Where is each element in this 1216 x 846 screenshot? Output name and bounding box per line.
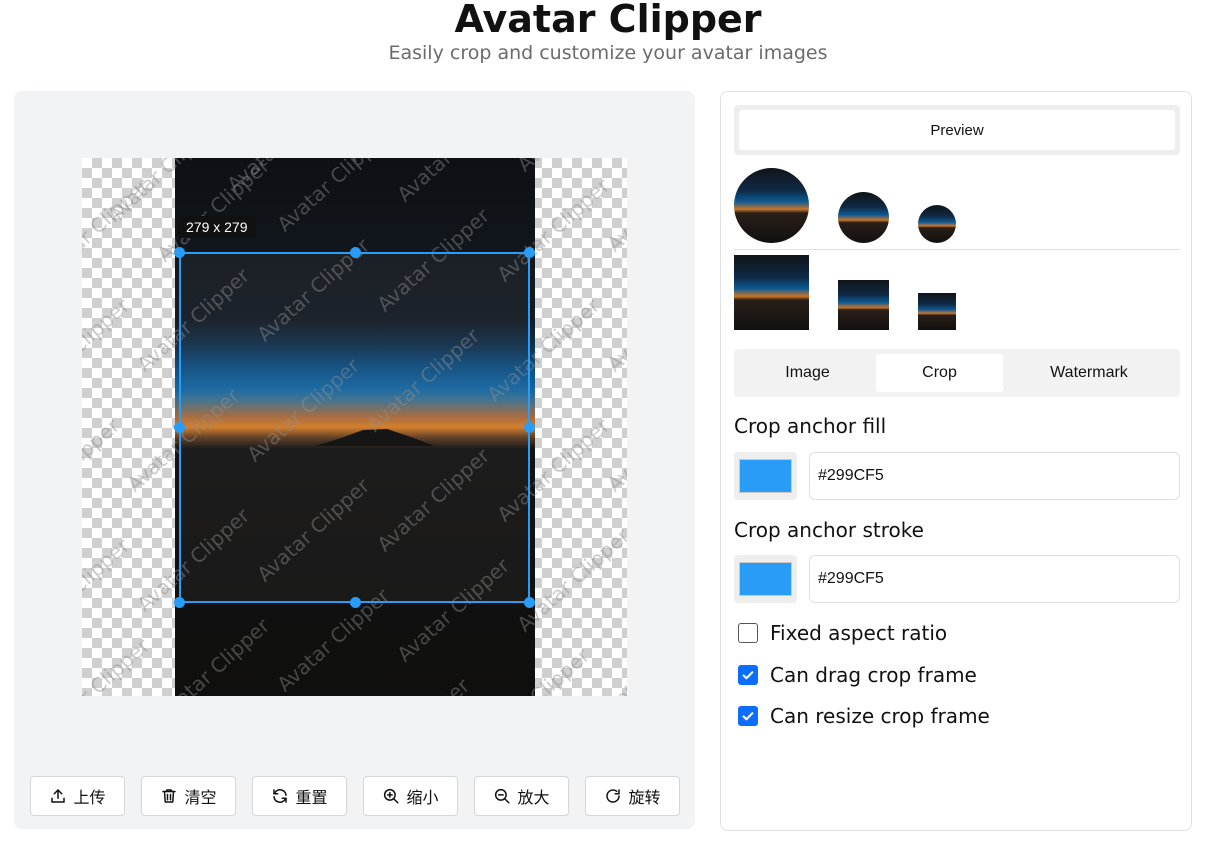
image-toolbar: 上传 清空 重置 缩小 放大 旋转 [30, 776, 680, 816]
preview-circle-medium [838, 192, 889, 243]
watermark-text: Avatar Clipper [82, 633, 155, 696]
crop-anchor-bottom-left[interactable] [174, 597, 185, 608]
rotate-label: 旋转 [628, 788, 661, 807]
option-fixed-aspect-ratio[interactable]: Fixed aspect ratio [738, 621, 947, 645]
crop-frame[interactable] [174, 247, 535, 608]
crop-area[interactable] [181, 254, 528, 601]
upload-label: 上传 [73, 788, 106, 807]
reset-button[interactable]: 重置 [252, 776, 347, 816]
crop-anchor-stroke-picker[interactable] [734, 555, 797, 603]
crop-anchor-bottom[interactable] [350, 597, 361, 608]
crop-anchor-stroke-swatch[interactable] [739, 562, 792, 596]
tab-preview[interactable]: Preview [739, 110, 1175, 150]
zoom-out-button[interactable]: 缩小 [363, 776, 458, 816]
preview-square-small [918, 293, 956, 330]
checkmark-icon [742, 712, 754, 721]
crop-anchor-fill-label: Crop anchor fill [734, 414, 887, 438]
watermark-text: Avatar Clipper [82, 533, 135, 646]
can-resize-crop-frame-label: Can resize crop frame [770, 704, 990, 728]
preview-circle-small [918, 205, 956, 243]
rotate-button[interactable]: 旋转 [585, 776, 680, 816]
editor-area: Avatar Clipper Avatar Clipper Avatar Clipp… [14, 91, 695, 829]
crop-anchor-stroke-label: Crop anchor stroke [734, 518, 924, 542]
crop-anchor-fill-input[interactable]: #299CF5 [809, 452, 1180, 500]
watermark-text: Avatar Clipper [592, 613, 627, 696]
rotate-icon [606, 789, 621, 803]
zoom-in-icon [384, 788, 399, 804]
watermark-text: Avatar Clipper [82, 173, 155, 287]
option-can-drag-crop-frame[interactable]: Can drag crop frame [738, 663, 977, 687]
settings-tabs: Image Crop Watermark [734, 349, 1180, 397]
preview-square-medium [838, 280, 889, 330]
option-can-resize-crop-frame[interactable]: Can resize crop frame [738, 704, 990, 728]
crop-anchor-fill-picker[interactable] [734, 452, 797, 500]
fixed-aspect-ratio-checkbox[interactable] [738, 623, 758, 643]
zoom-in-label: 放大 [517, 788, 550, 807]
clear-label: 清空 [184, 788, 217, 807]
tab-crop[interactable]: Crop [876, 354, 1003, 392]
page-subtitle: Easily crop and customize your avatar im… [388, 42, 828, 64]
watermark-text: Avatar Clipper [82, 293, 135, 406]
crop-anchor-stroke-value: #299CF5 [818, 570, 884, 587]
crop-anchor-left[interactable] [174, 422, 185, 433]
crop-anchor-top[interactable] [350, 247, 361, 258]
preview-square-large [734, 255, 809, 330]
zoom-out-icon [495, 788, 510, 804]
crop-anchor-bottom-right[interactable] [524, 597, 535, 608]
tab-image[interactable]: Image [739, 354, 876, 392]
crop-size-label: 279 x 279 [178, 216, 256, 238]
refresh-icon [273, 789, 288, 803]
settings-panel: Preview Image Crop Watermark Crop anchor… [720, 91, 1192, 831]
watermark-text: Avatar Clipper [602, 383, 627, 497]
watermark-text: Avatar Clipper [82, 413, 125, 526]
page-header: Avatar Clipper Easily crop and customize… [0, 0, 1216, 64]
upload-button[interactable]: 上传 [30, 776, 125, 816]
preview-divider [734, 249, 1180, 250]
checkmark-icon [742, 671, 754, 680]
upload-icon [51, 789, 66, 803]
page-title: Avatar Clipper [454, 0, 762, 41]
fixed-aspect-ratio-label: Fixed aspect ratio [770, 621, 948, 645]
image-canvas[interactable]: Avatar Clipper Avatar Clipper Avatar Clipp… [82, 158, 627, 696]
watermark-text: Avatar Clipper [602, 263, 627, 377]
watermark-text: Avatar Clipper [602, 158, 627, 257]
crop-anchor-right[interactable] [524, 422, 535, 433]
preview-circle-large [734, 168, 809, 243]
crop-anchor-fill-value: #299CF5 [818, 467, 884, 484]
can-resize-crop-frame-checkbox[interactable] [738, 706, 758, 726]
zoom-out-label: 缩小 [406, 788, 439, 807]
tab-watermark[interactable]: Watermark [1003, 354, 1175, 392]
crop-anchor-top-right[interactable] [524, 247, 535, 258]
watermark-text: Avatar Clipper [622, 493, 627, 607]
preview-tab-bar: Preview [734, 105, 1180, 155]
clear-button[interactable]: 清空 [141, 776, 236, 816]
crop-anchor-fill-swatch[interactable] [739, 459, 792, 493]
can-drag-crop-frame-label: Can drag crop frame [770, 663, 977, 687]
crop-anchor-top-left[interactable] [174, 247, 185, 258]
crop-anchor-stroke-input[interactable]: #299CF5 [809, 555, 1180, 603]
zoom-in-button[interactable]: 放大 [474, 776, 569, 816]
can-drag-crop-frame-checkbox[interactable] [738, 665, 758, 685]
trash-icon [162, 789, 177, 803]
reset-label: 重置 [295, 788, 328, 807]
